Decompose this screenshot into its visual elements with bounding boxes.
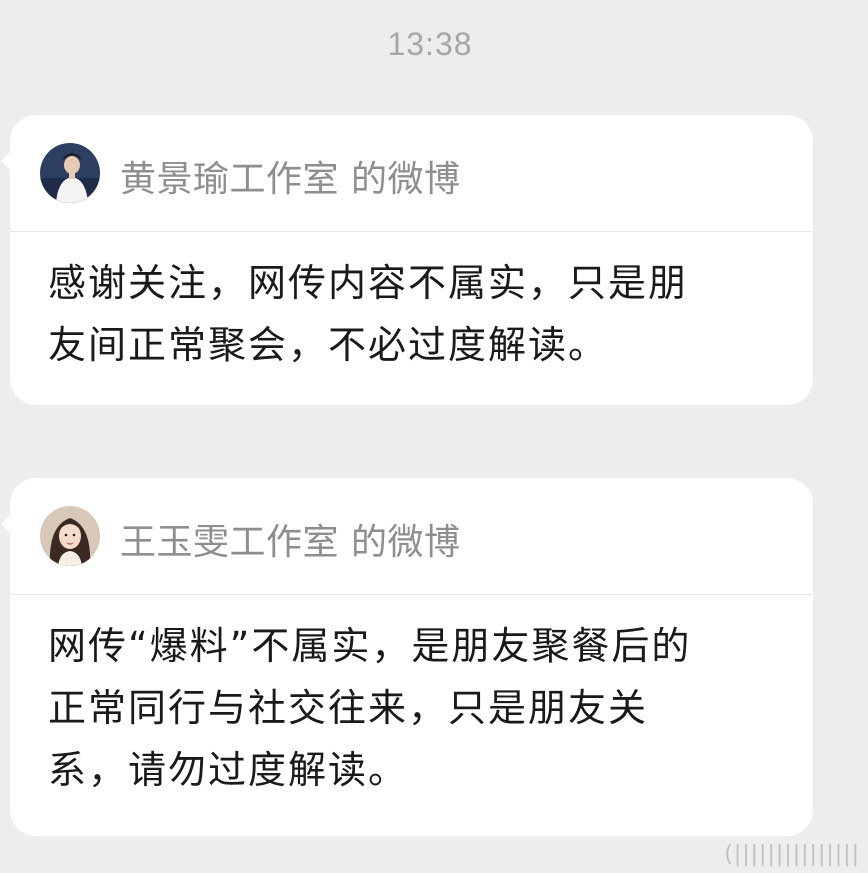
message-line: 系，请勿过度解读。	[48, 748, 409, 792]
message-text: 网传“爆料”不属实，是朋友聚餐后的 正常同行与社交往来，只是朋友关 系，请勿过度…	[10, 595, 813, 821]
watermark: (|||||||||||||||	[724, 842, 860, 867]
card-header[interactable]: 王玉雯工作室 的微博	[10, 478, 813, 595]
card-header[interactable]: 黄景瑜工作室 的微博	[10, 115, 813, 232]
message-line: 正常同行与社交往来，只是朋友关	[48, 686, 649, 730]
message-text: 感谢关注，网传内容不属实，只是朋 友间正常聚会，不必过度解读。	[10, 232, 813, 396]
avatar[interactable]	[40, 143, 100, 203]
message-card[interactable]: 王玉雯工作室 的微博 网传“爆料”不属实，是朋友聚餐后的 正常同行与社交往来，只…	[1, 478, 813, 836]
source-name: 王玉雯工作室 的微博	[120, 522, 461, 563]
message-card[interactable]: 黄景瑜工作室 的微博 感谢关注，网传内容不属实，只是朋 友间正常聚会，不必过度解…	[1, 115, 813, 405]
message-line: 友间正常聚会，不必过度解读。	[48, 323, 609, 367]
message-line: 感谢关注，网传内容不属实，只是朋	[48, 261, 689, 305]
timestamp: 13:38	[387, 26, 473, 62]
message-line: 网传“爆料”不属实，是朋友聚餐后的	[48, 624, 692, 668]
avatar-woman-icon	[40, 506, 100, 566]
source-name: 黄景瑜工作室 的微博	[120, 159, 461, 200]
avatar-man-icon	[40, 143, 100, 203]
avatar[interactable]	[40, 506, 100, 566]
